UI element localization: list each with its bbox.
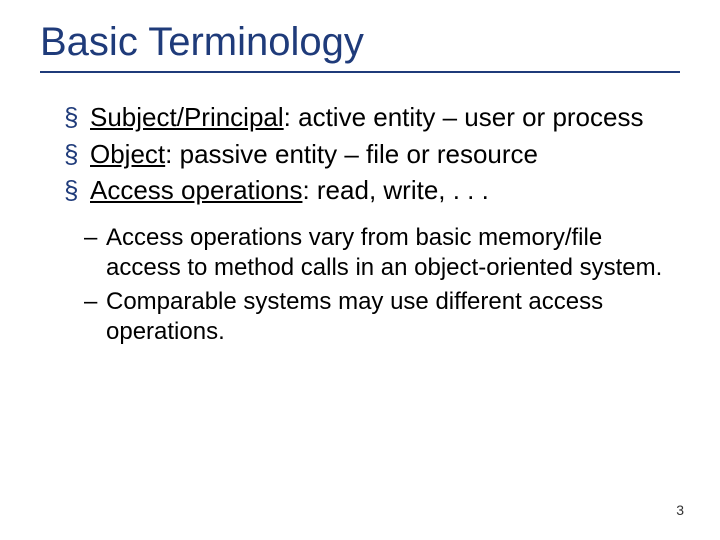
bullet-rest: : read, write, . . . [302,175,488,205]
sub-bullet-item: Comparable systems may use different acc… [84,287,680,347]
bullet-list: Subject/Principal: active entity – user … [40,101,680,207]
bullet-item: Access operations: read, write, . . . [64,174,680,207]
slide-title: Basic Terminology [40,20,680,65]
bullet-term: Subject/Principal [90,102,284,132]
sub-bullet-list: Access operations vary from basic memory… [40,223,680,347]
page-number: 3 [676,502,684,518]
bullet-item: Subject/Principal: active entity – user … [64,101,680,134]
slide-container: Basic Terminology Subject/Principal: act… [0,0,720,540]
sub-bullet-item: Access operations vary from basic memory… [84,223,680,283]
bullet-rest: : active entity – user or process [284,102,644,132]
bullet-rest: : passive entity – file or resource [165,139,538,169]
bullet-term: Access operations [90,175,302,205]
bullet-item: Object: passive entity – file or resourc… [64,138,680,171]
title-underline [40,71,680,73]
bullet-term: Object [90,139,165,169]
